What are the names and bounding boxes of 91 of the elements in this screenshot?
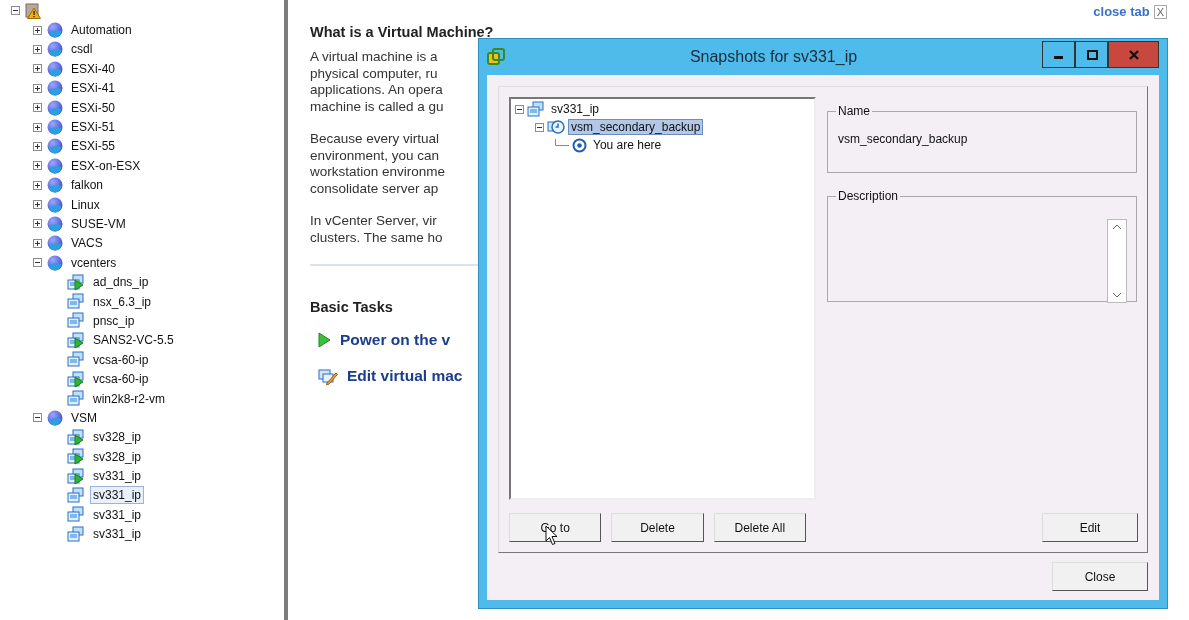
minimize-icon [1054,56,1063,59]
expand-toggle[interactable] [515,104,524,114]
tree-item[interactable]: win2k8-r2-vm [90,389,168,408]
tree-item[interactable]: sv328_ip [90,447,145,466]
expand-toggle[interactable] [33,83,42,93]
expand-toggle[interactable] [33,64,42,74]
expand-toggle[interactable] [33,200,42,210]
expand-toggle[interactable] [33,103,42,113]
tree-item[interactable]: falkon [68,176,107,195]
tree-item[interactable]: ESXi-40 [68,59,119,78]
datacenter-icon [47,196,63,213]
minimize-button[interactable] [1042,41,1075,68]
paragraph: A virtual machine is a physical computer, ru applications. An opera machine is called a gu [310,49,444,115]
tree-item[interactable]: sv331_ip [90,525,145,544]
paragraph: In vCenter Server, vir clusters. The same ho [310,213,443,246]
tree-item[interactable]: vcsa-60-ip [90,370,152,389]
tree-item[interactable]: ESXi-55 [68,137,119,156]
current-state-icon [572,137,587,153]
datacenter-icon [47,216,63,232]
tree-item[interactable]: vcenters [68,253,120,272]
scrollbar[interactable] [1107,219,1127,303]
tree-item[interactable]: sv331_ip [90,467,145,486]
maximize-button[interactable] [1075,41,1108,68]
datacenter-icon [47,177,63,194]
close-icon[interactable]: X [1153,4,1167,19]
datacenter-icon [47,80,63,97]
tree-item[interactable]: ESX-on-ESX [68,156,144,175]
expand-toggle[interactable] [33,238,42,248]
datacenter-icon [47,22,63,39]
close-icon [1127,48,1140,61]
expand-toggle[interactable] [33,180,42,190]
tree-item[interactable]: pnsc_ip [90,311,138,330]
section-heading: Basic Tasks [310,299,394,315]
tree-item[interactable]: VACS [68,234,106,253]
datacenter-icon [47,235,63,252]
expand-toggle[interactable] [33,413,42,423]
tree-item[interactable]: sv331_ip [90,505,145,524]
close-button[interactable] [1108,41,1159,68]
tree-item[interactable]: nsx_6.3_ip [90,292,155,311]
datacenter-icon [47,119,63,136]
maximize-icon [1085,48,1098,61]
tree-item[interactable]: sv331_ip [90,486,145,505]
edit-button[interactable]: Edit [1042,513,1138,542]
tree-item[interactable]: Automation [68,21,135,40]
dialog-title: Snapshots for sv331_ip [688,48,859,66]
tree-item[interactable]: sv331_ip [548,101,603,117]
datacenter-icon [47,60,63,77]
tree-item[interactable]: You are here [590,137,665,153]
expand-toggle[interactable] [33,44,42,54]
play-icon [318,332,331,348]
datacenter-icon [47,409,63,426]
section-heading: What is a Virtual Machine? [310,24,495,40]
datacenter-icon [47,138,63,155]
group-legend: Description [836,189,901,203]
tree-item[interactable]: ESXi-50 [68,98,119,117]
dialog-button[interactable]: Delete All [713,513,806,542]
tree-item[interactable]: VSM [68,408,100,427]
tree-item[interactable]: ad_dns_ip [90,273,152,292]
expand-toggle[interactable] [33,25,42,35]
snapshot-clock-icon [547,119,565,135]
tree-item[interactable]: vcsa-60-ip [90,350,152,369]
virtual-machine-icon [527,100,545,118]
datacenter-icon [47,41,63,58]
tree-item[interactable]: vsm_secondary_backup [568,119,704,135]
task-link[interactable]: Power on the v [340,331,451,349]
expand-toggle[interactable] [33,219,42,229]
dialog-button[interactable]: Delete [611,513,704,542]
tree-item[interactable]: Linux [68,195,103,214]
group-legend: Name [836,104,872,118]
edit-vm-icon [318,367,338,385]
expand-toggle[interactable] [33,258,42,268]
expand-toggle[interactable] [33,141,42,151]
snapshot-name: vsm_secondary_backup [838,132,969,146]
datacenter-icon [47,254,63,271]
paragraph: Because every virtual environment, you can workstation environme consolidate server ap [310,131,446,197]
expand-toggle[interactable] [11,6,20,16]
tree-item[interactable]: SANS2-VC-5.5 [90,331,177,350]
tree-item[interactable]: csdl [68,40,96,59]
app-logo-icon [487,48,505,66]
tree-item[interactable]: ESXi-41 [68,79,119,98]
tree-item[interactable]: sv328_ip [90,428,145,447]
close-dialog-button[interactable]: Close [1052,562,1148,591]
close-tab-link[interactable]: close tab [1093,4,1150,19]
expand-toggle[interactable] [33,161,42,171]
expand-toggle[interactable] [535,122,544,132]
tree-item[interactable]: ESXi-51 [68,118,119,137]
datacenter-icon [47,99,63,116]
task-link[interactable]: Edit virtual mac [347,367,463,385]
datacenter-icon [47,157,63,174]
tree-item[interactable]: SUSE-VM [68,215,129,233]
expand-toggle[interactable] [33,122,42,132]
